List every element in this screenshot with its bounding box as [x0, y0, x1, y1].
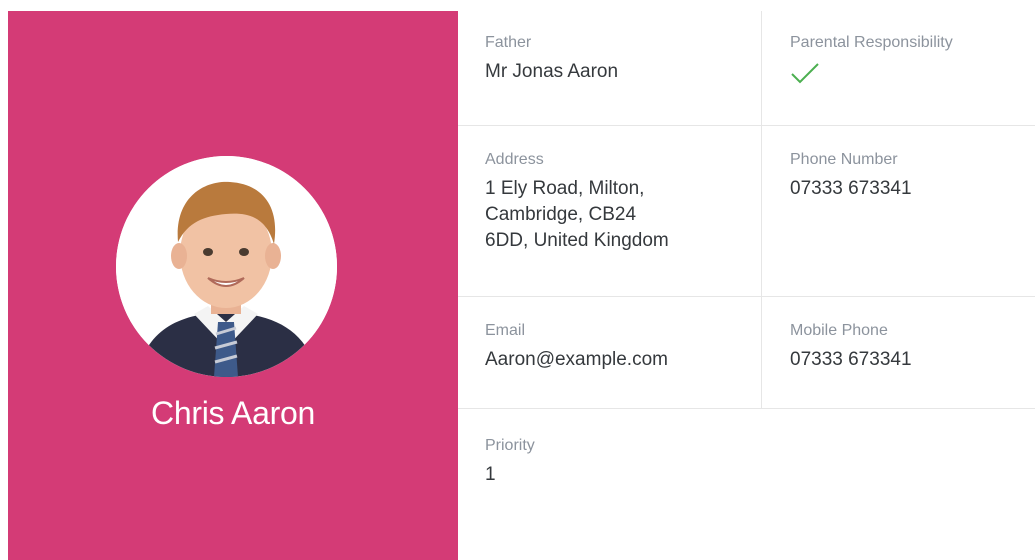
phone-number-field: Phone Number 07333 673341 [790, 150, 912, 202]
student-name: Chris Aaron [151, 395, 315, 431]
priority-field: Priority 1 [485, 436, 535, 488]
address-field: Address 1 Ely Road, Milton, Cambridge, C… [485, 150, 669, 254]
address-label: Address [485, 151, 544, 168]
student-avatar [116, 156, 337, 377]
email-field: Email Aaron@example.com [485, 321, 668, 373]
row-divider [458, 296, 1035, 297]
mobile-phone-field: Mobile Phone 07333 673341 [790, 321, 912, 373]
email-value: Aaron@example.com [485, 349, 668, 370]
mobile-phone-value: 07333 673341 [790, 349, 912, 370]
father-value: Mr Jonas Aaron [485, 61, 619, 82]
student-profile-panel: Chris Aaron [8, 11, 458, 560]
row-divider [458, 408, 1035, 409]
parental-responsibility-field: Parental Responsibility [790, 33, 953, 90]
contact-details: Father Mr Jonas Aaron Parental Responsib… [458, 11, 1035, 560]
priority-value: 1 [485, 464, 496, 485]
student-photo [116, 156, 337, 377]
email-label: Email [485, 322, 526, 339]
address-value: 1 Ely Road, Milton, Cambridge, CB24 6DD,… [485, 178, 669, 251]
phone-number-label: Phone Number [790, 151, 898, 168]
row-divider [458, 125, 1035, 126]
father-field: Father Mr Jonas Aaron [485, 33, 618, 85]
priority-label: Priority [485, 437, 535, 454]
phone-number-value: 07333 673341 [790, 178, 912, 199]
parental-responsibility-label: Parental Responsibility [790, 34, 953, 51]
father-label: Father [485, 34, 532, 51]
mobile-phone-label: Mobile Phone [790, 322, 888, 339]
column-divider [761, 11, 762, 408]
checkmark-icon [791, 63, 819, 84]
